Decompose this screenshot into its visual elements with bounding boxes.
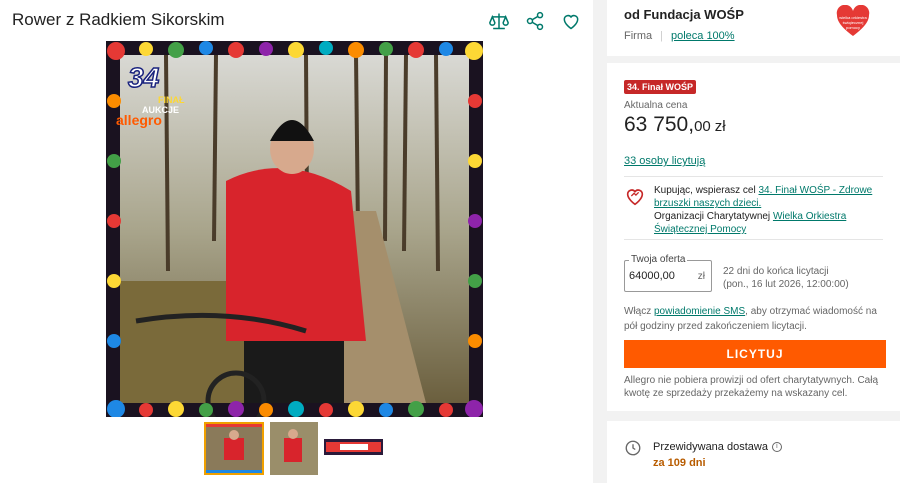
charity-text-2: Organizacji Charytatywnej: [654, 211, 773, 222]
main-product-photo[interactable]: 34 FINAŁ AUKCJE allegro: [106, 41, 483, 417]
thumbnail-strip: [204, 422, 383, 475]
share-icon[interactable]: [524, 10, 546, 32]
delivery-label-row: Przewidywana dostawa i: [653, 441, 782, 453]
thumbnail-2[interactable]: [270, 422, 318, 475]
photo-badge-number: 34: [128, 62, 160, 93]
delivery-label: Przewidywana dostawa: [653, 441, 768, 453]
seller-recommend-link[interactable]: poleca 100%: [671, 30, 735, 42]
thumbnail-3[interactable]: [324, 439, 383, 455]
charity-text: Kupując, wspierasz cel 34. Finał WOŚP - …: [654, 184, 883, 236]
svg-text:pomocy: pomocy: [846, 25, 860, 30]
charity-info: Kupując, wspierasz cel 34. Finał WOŚP - …: [624, 184, 883, 236]
wosp-heart-logo[interactable]: wielka orkiestra świątecznej pomocy: [836, 5, 870, 37]
sms-notice: Włącz powiadomienie SMS, aby otrzymać wi…: [624, 304, 886, 334]
bid-button[interactable]: LICYTUJ: [624, 340, 886, 368]
sms-link[interactable]: powiadomienie SMS: [654, 306, 745, 317]
charity-text-1: Kupując, wspierasz cel: [654, 185, 759, 196]
info-icon[interactable]: i: [771, 442, 782, 452]
delivery-value: za 109 dni: [653, 457, 706, 469]
bidders-link[interactable]: 33 osoby licytują: [624, 155, 705, 167]
seller-card: od Fundacja WOŚP Firma | poleca 100% wie…: [607, 0, 900, 56]
price-label: Aktualna cena: [624, 100, 688, 111]
photo-badge-line1: FINAŁ: [158, 95, 185, 105]
charity-heart-icon: [626, 189, 644, 206]
compare-icon[interactable]: [488, 10, 510, 32]
thumbnail-1[interactable]: [204, 422, 264, 475]
time-left-days: 22 dni do końca licytacji: [723, 266, 829, 277]
current-price: 63 750,00 zł: [624, 113, 726, 137]
fee-footnote: Allegro nie pobiera prowizji od ofert ch…: [624, 375, 879, 399]
time-left-date: (pon., 16 lut 2026, 12:00:00): [723, 279, 849, 290]
action-icons: [488, 10, 582, 32]
heart-icon[interactable]: [560, 10, 582, 32]
seller-name[interactable]: od Fundacja WOŚP: [624, 7, 744, 22]
divider: [624, 176, 883, 177]
sms-prefix: Włącz: [624, 306, 654, 317]
photo-brand: allegro: [116, 112, 162, 128]
divider: [624, 239, 883, 240]
price-integer: 63 750,: [624, 113, 695, 136]
offer-legend: Twoja oferta: [629, 254, 688, 265]
delivery-card: Przewidywana dostawa i za 109 dni: [607, 421, 900, 483]
offer-input[interactable]: [629, 270, 684, 282]
time-left: 22 dni do końca licytacji (pon., 16 lut …: [723, 265, 849, 291]
seller-type: Firma: [624, 30, 653, 42]
price-decimal: 00: [694, 118, 711, 135]
gallery-panel: Rower z Radkiem Sikorskim 34 FINAŁ AUKCJ…: [0, 0, 593, 483]
offer-unit: zł: [697, 271, 705, 282]
offer-field[interactable]: Twoja oferta zł: [624, 254, 712, 292]
offer-column: od Fundacja WOŚP Firma | poleca 100% wie…: [607, 0, 900, 483]
wosp-badge: 34. Finał WOŚP: [624, 80, 697, 94]
buy-box: 34. Finał WOŚP Aktualna cena 63 750,00 zł…: [607, 63, 900, 411]
page-title: Rower z Radkiem Sikorskim: [12, 10, 225, 29]
separator: |: [660, 30, 663, 42]
seller-meta: Firma | poleca 100%: [624, 30, 735, 42]
price-currency: zł: [714, 118, 726, 135]
clock-icon: [625, 440, 641, 456]
